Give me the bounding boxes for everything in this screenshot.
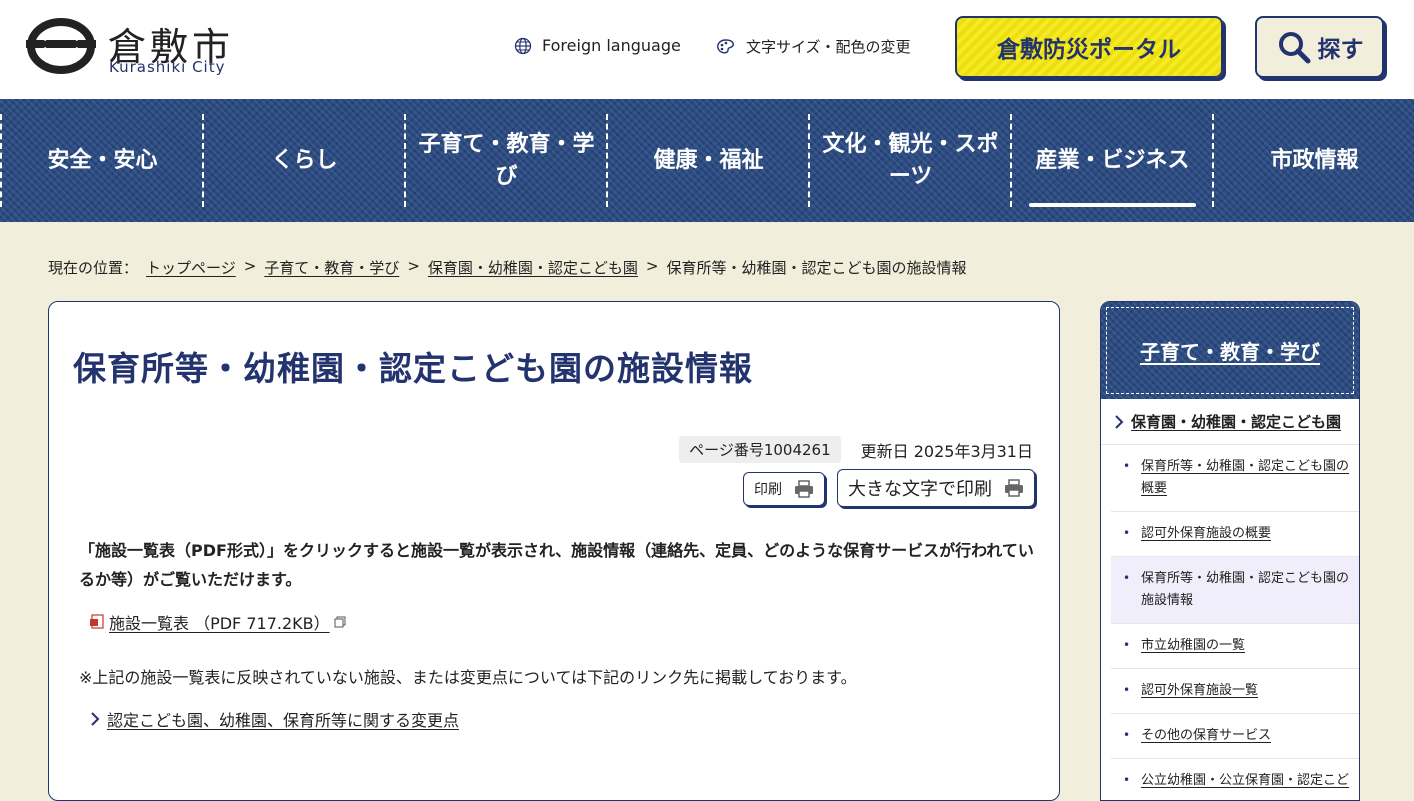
chevron-right-icon	[1115, 414, 1124, 429]
page-title: 保育所等・幼稚園・認定こども園の施設情報	[73, 349, 753, 388]
breadcrumb-current: 保育所等・幼稚園・認定こども園の施設情報	[666, 259, 967, 277]
sidebar: 子育て・教育・学び 保育園・幼稚園・認定こども園 保育所等・幼稚園・認定こども園…	[1100, 301, 1360, 801]
breadcrumb-separator: >	[407, 257, 420, 275]
breadcrumb-prefix: 現在の位置：	[48, 259, 139, 277]
sidebar-header: 子育て・教育・学び	[1101, 302, 1359, 399]
changes-link-label: 認定こども園、幼稚園、保育所等に関する変更点	[107, 711, 460, 730]
nav-separator	[404, 114, 406, 207]
nav-item-safety[interactable]: 安全・安心	[3, 99, 202, 222]
nav-item-living[interactable]: くらし	[205, 99, 404, 222]
palette-icon	[717, 38, 734, 53]
nav-separator	[606, 114, 608, 207]
search-button[interactable]: 探す	[1255, 16, 1384, 78]
breadcrumb-separator: >	[645, 257, 659, 275]
breadcrumb: 現在の位置： トップページ > 子育て・教育・学び > 保育園・幼稚園・認定こど…	[48, 257, 967, 278]
sidebar-item[interactable]: その他の保育サービス	[1111, 714, 1359, 759]
printer-icon	[1005, 479, 1023, 497]
sidebar-item-current: 保育所等・幼稚園・認定こども園の施設情報	[1111, 557, 1359, 624]
sidebar-item[interactable]: 保育所等・幼稚園・認定こども園の概要	[1111, 445, 1359, 512]
breadcrumb-link-top[interactable]: トップページ	[146, 257, 236, 278]
intro-text: 「施設一覧表（PDF形式）」をクリックすると施設一覧が表示され、施設情報（連絡先…	[79, 541, 1034, 589]
printer-icon	[795, 480, 813, 498]
foreign-language-label: Foreign language	[542, 36, 681, 55]
search-button-label: 探す	[1317, 37, 1364, 63]
changes-link[interactable]: 認定こども園、幼稚園、保育所等に関する変更点	[89, 707, 459, 731]
breadcrumb-link-nursery[interactable]: 保育園・幼稚園・認定こども園	[428, 257, 638, 278]
page-number: ページ番号1004261	[679, 436, 841, 463]
sidebar-item[interactable]: 認可外保育施設一覧	[1111, 669, 1359, 714]
nav-item-city-government[interactable]: 市政情報	[1215, 99, 1414, 222]
global-nav: 安全・安心 くらし 子育て・教育・学び 健康・福祉 文化・観光・スポーツ 産業・…	[0, 99, 1414, 222]
nav-separator	[1010, 114, 1012, 207]
sidebar-item-label: 公立幼稚園・公立保育園・認定こど	[1141, 773, 1350, 788]
sidebar-item-label: 市立幼稚園の一覧	[1141, 638, 1246, 653]
sidebar-item-label: 保育所等・幼稚園・認定こども園の概要	[1141, 459, 1350, 496]
sidebar-item[interactable]: 認可外保育施設の概要	[1111, 512, 1359, 557]
disaster-portal-button[interactable]: 倉敷防災ポータル	[955, 16, 1223, 78]
print-large-text-label: 大きな文字で印刷	[848, 479, 992, 500]
facility-list-pdf-label: 施設一覧表 （PDF 717.2KB）	[109, 614, 330, 633]
facility-list-pdf-link[interactable]: 施設一覧表 （PDF 717.2KB）	[89, 610, 346, 634]
kurashiki-emblem-icon	[26, 18, 96, 74]
main-content: 保育所等・幼稚園・認定こども園の施設情報 ページ番号1004261 更新日 20…	[48, 301, 1060, 801]
chevron-right-icon	[91, 712, 100, 726]
site-logo[interactable]: 倉敷市 Kurashiki City	[26, 16, 256, 78]
search-icon	[1278, 32, 1310, 64]
site-header: 倉敷市 Kurashiki City Foreign language 文字サイ…	[0, 0, 1414, 99]
sidebar-category-label: 保育園・幼稚園・認定こども園	[1131, 413, 1342, 431]
nav-item-health-welfare[interactable]: 健康・福祉	[609, 99, 808, 222]
sidebar-item-label: 認可外保育施設一覧	[1141, 683, 1259, 698]
sidebar-item-label: 保育所等・幼稚園・認定こども園の施設情報	[1141, 571, 1350, 608]
sidebar-item[interactable]: 市立幼稚園の一覧	[1111, 624, 1359, 669]
font-color-settings-link[interactable]: 文字サイズ・配色の変更	[716, 36, 911, 57]
page-meta: ページ番号1004261 更新日 2025年3月31日	[679, 436, 1033, 463]
nav-separator	[1212, 114, 1214, 207]
nav-separator	[0, 114, 2, 207]
nav-separator	[202, 114, 204, 207]
sidebar-heading-link[interactable]: 子育て・教育・学び	[1106, 307, 1354, 394]
print-button-label: 印刷	[754, 482, 782, 498]
font-color-settings-label: 文字サイズ・配色の変更	[746, 38, 911, 56]
sidebar-category-link[interactable]: 保育園・幼稚園・認定こども園	[1101, 399, 1359, 445]
print-large-text-button[interactable]: 大きな文字で印刷	[837, 469, 1035, 507]
nav-item-childcare-education[interactable]: 子育て・教育・学び	[407, 99, 606, 222]
globe-icon	[514, 37, 532, 54]
sidebar-item-label: 認可外保育施設の概要	[1141, 526, 1272, 541]
print-controls: 印刷 大きな文字で印刷	[743, 469, 1035, 507]
foreign-language-link[interactable]: Foreign language	[514, 36, 681, 55]
sidebar-item-label: その他の保育サービス	[1141, 728, 1272, 743]
print-button[interactable]: 印刷	[743, 472, 825, 506]
nav-item-culture-tourism-sports[interactable]: 文化・観光・スポーツ	[811, 99, 1010, 222]
note-text: ※上記の施設一覧表に反映されていない施設、または変更点については下記のリンク先に…	[79, 668, 857, 687]
breadcrumb-separator: >	[243, 257, 257, 275]
sidebar-item[interactable]: 公立幼稚園・公立保育園・認定こど	[1111, 759, 1359, 800]
sidebar-list: 保育所等・幼稚園・認定こども園の概要 認可外保育施設の概要 保育所等・幼稚園・認…	[1101, 445, 1359, 800]
nav-separator	[808, 114, 810, 207]
breadcrumb-link-childcare[interactable]: 子育て・教育・学び	[264, 257, 399, 278]
logo-english: Kurashiki City	[109, 58, 226, 76]
nav-item-industry-business[interactable]: 産業・ビジネス	[1013, 99, 1212, 222]
new-window-icon	[334, 616, 346, 628]
pdf-icon	[90, 614, 104, 629]
updated-date: 更新日 2025年3月31日	[860, 441, 1033, 461]
